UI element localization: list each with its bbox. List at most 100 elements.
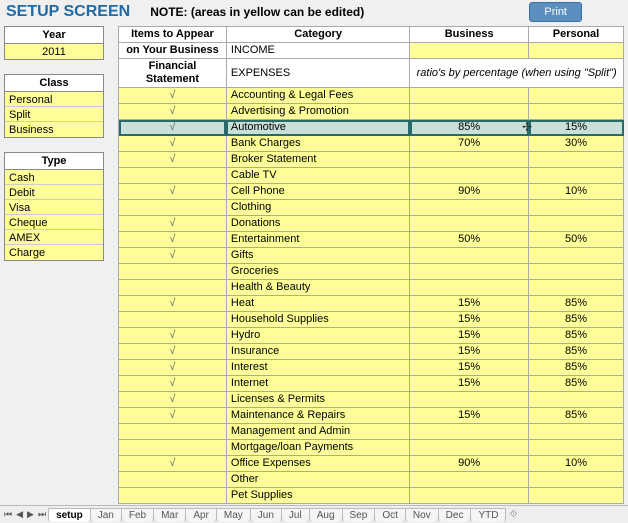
row-check[interactable] — [119, 424, 227, 440]
row-check[interactable]: √ — [119, 136, 227, 152]
row-business[interactable]: 15% — [410, 312, 529, 328]
row-business[interactable] — [410, 280, 529, 296]
row-category[interactable]: Other — [226, 472, 409, 488]
tab-Oct[interactable]: Oct — [374, 508, 406, 522]
row-check[interactable]: √ — [119, 328, 227, 344]
row-category[interactable]: Heat — [226, 296, 409, 312]
class-item[interactable]: Split — [5, 107, 103, 122]
row-business[interactable]: 15% — [410, 344, 529, 360]
row-category[interactable]: Advertising & Promotion — [226, 104, 409, 120]
type-item[interactable]: Charge — [5, 245, 103, 260]
row-check[interactable] — [119, 200, 227, 216]
row-business[interactable] — [410, 440, 529, 456]
row-category[interactable]: Pet Supplies — [226, 488, 409, 504]
tab-Nov[interactable]: Nov — [405, 508, 439, 522]
row-business[interactable]: 70% — [410, 136, 529, 152]
row-business[interactable] — [410, 264, 529, 280]
row-personal[interactable]: 10% — [529, 456, 624, 472]
row-category[interactable]: Gifts — [226, 248, 409, 264]
row-business[interactable] — [410, 472, 529, 488]
row-category[interactable]: Bank Charges — [226, 136, 409, 152]
row-personal[interactable] — [529, 280, 624, 296]
expenses-row[interactable]: EXPENSES — [226, 59, 409, 88]
row-category[interactable]: Maintenance & Repairs — [226, 408, 409, 424]
row-personal[interactable]: 85% — [529, 408, 624, 424]
row-personal[interactable] — [529, 488, 624, 504]
tab-Apr[interactable]: Apr — [185, 508, 217, 522]
row-personal[interactable] — [529, 216, 624, 232]
tab-May[interactable]: May — [216, 508, 251, 522]
row-business[interactable] — [410, 488, 529, 504]
row-business[interactable]: 50% — [410, 232, 529, 248]
row-personal[interactable]: 15% — [529, 120, 624, 136]
row-business[interactable] — [410, 392, 529, 408]
row-category[interactable]: Professional Fees — [226, 504, 409, 505]
data-grid[interactable]: Items to Appear Category Business Person… — [118, 26, 624, 504]
income-row[interactable]: INCOME — [226, 43, 409, 59]
row-category[interactable]: Automotive — [226, 120, 409, 136]
row-business[interactable]: 15% — [410, 296, 529, 312]
row-business[interactable]: 15% — [410, 376, 529, 392]
row-category[interactable]: Groceries — [226, 264, 409, 280]
print-button[interactable]: Print — [529, 2, 582, 22]
row-category[interactable]: Broker Statement — [226, 152, 409, 168]
row-check[interactable]: √ — [119, 392, 227, 408]
row-business[interactable]: 15% — [410, 328, 529, 344]
row-personal[interactable]: 50% — [529, 232, 624, 248]
row-check[interactable]: √ — [119, 120, 227, 136]
row-category[interactable]: Donations — [226, 216, 409, 232]
row-check[interactable] — [119, 264, 227, 280]
row-business[interactable] — [410, 88, 529, 104]
row-personal[interactable] — [529, 440, 624, 456]
row-personal[interactable] — [529, 200, 624, 216]
tab-nav-first-icon[interactable]: ⏮ — [2, 509, 14, 520]
row-category[interactable]: Cell Phone — [226, 184, 409, 200]
class-item[interactable]: Business — [5, 122, 103, 137]
tab-Mar[interactable]: Mar — [153, 508, 186, 522]
tab-Sep[interactable]: Sep — [342, 508, 376, 522]
row-check[interactable]: √ — [119, 504, 227, 505]
row-personal[interactable]: 10% — [529, 184, 624, 200]
row-personal[interactable] — [529, 264, 624, 280]
row-personal[interactable]: 85% — [529, 344, 624, 360]
tab-setup[interactable]: setup — [48, 508, 91, 522]
row-category[interactable]: Insurance — [226, 344, 409, 360]
row-business[interactable] — [410, 504, 529, 505]
row-business[interactable]: 15% — [410, 408, 529, 424]
tab-Jun[interactable]: Jun — [250, 508, 282, 522]
tab-Aug[interactable]: Aug — [309, 508, 343, 522]
row-category[interactable]: Internet — [226, 376, 409, 392]
row-personal[interactable] — [529, 88, 624, 104]
tab-Jul[interactable]: Jul — [281, 508, 310, 522]
row-personal[interactable]: 85% — [529, 328, 624, 344]
year-value[interactable]: 2011 — [5, 44, 103, 59]
row-check[interactable] — [119, 280, 227, 296]
tab-nav[interactable]: ⏮ ◀ ▶ ⏭ — [2, 509, 48, 520]
row-check[interactable]: √ — [119, 216, 227, 232]
row-personal[interactable]: 85% — [529, 360, 624, 376]
row-check[interactable]: √ — [119, 408, 227, 424]
row-check[interactable]: √ — [119, 152, 227, 168]
row-business[interactable] — [410, 168, 529, 184]
row-business[interactable]: 15% — [410, 360, 529, 376]
row-check[interactable]: √ — [119, 232, 227, 248]
row-category[interactable]: Interest — [226, 360, 409, 376]
row-personal[interactable]: 30% — [529, 136, 624, 152]
row-business[interactable] — [410, 216, 529, 232]
row-category[interactable]: Household Supplies — [226, 312, 409, 328]
row-personal[interactable]: 85% — [529, 312, 624, 328]
row-check[interactable]: √ — [119, 376, 227, 392]
row-check[interactable] — [119, 472, 227, 488]
row-category[interactable]: Entertainment — [226, 232, 409, 248]
row-check[interactable] — [119, 312, 227, 328]
row-category[interactable]: Office Expenses — [226, 456, 409, 472]
tab-nav-prev-icon[interactable]: ◀ — [14, 509, 25, 520]
row-personal[interactable] — [529, 424, 624, 440]
row-category[interactable]: Mortgage/loan Payments — [226, 440, 409, 456]
row-check[interactable]: √ — [119, 344, 227, 360]
income-business[interactable] — [410, 43, 529, 59]
row-business[interactable] — [410, 200, 529, 216]
row-category[interactable]: Management and Admin — [226, 424, 409, 440]
tab-Jan[interactable]: Jan — [90, 508, 122, 522]
row-personal[interactable] — [529, 392, 624, 408]
